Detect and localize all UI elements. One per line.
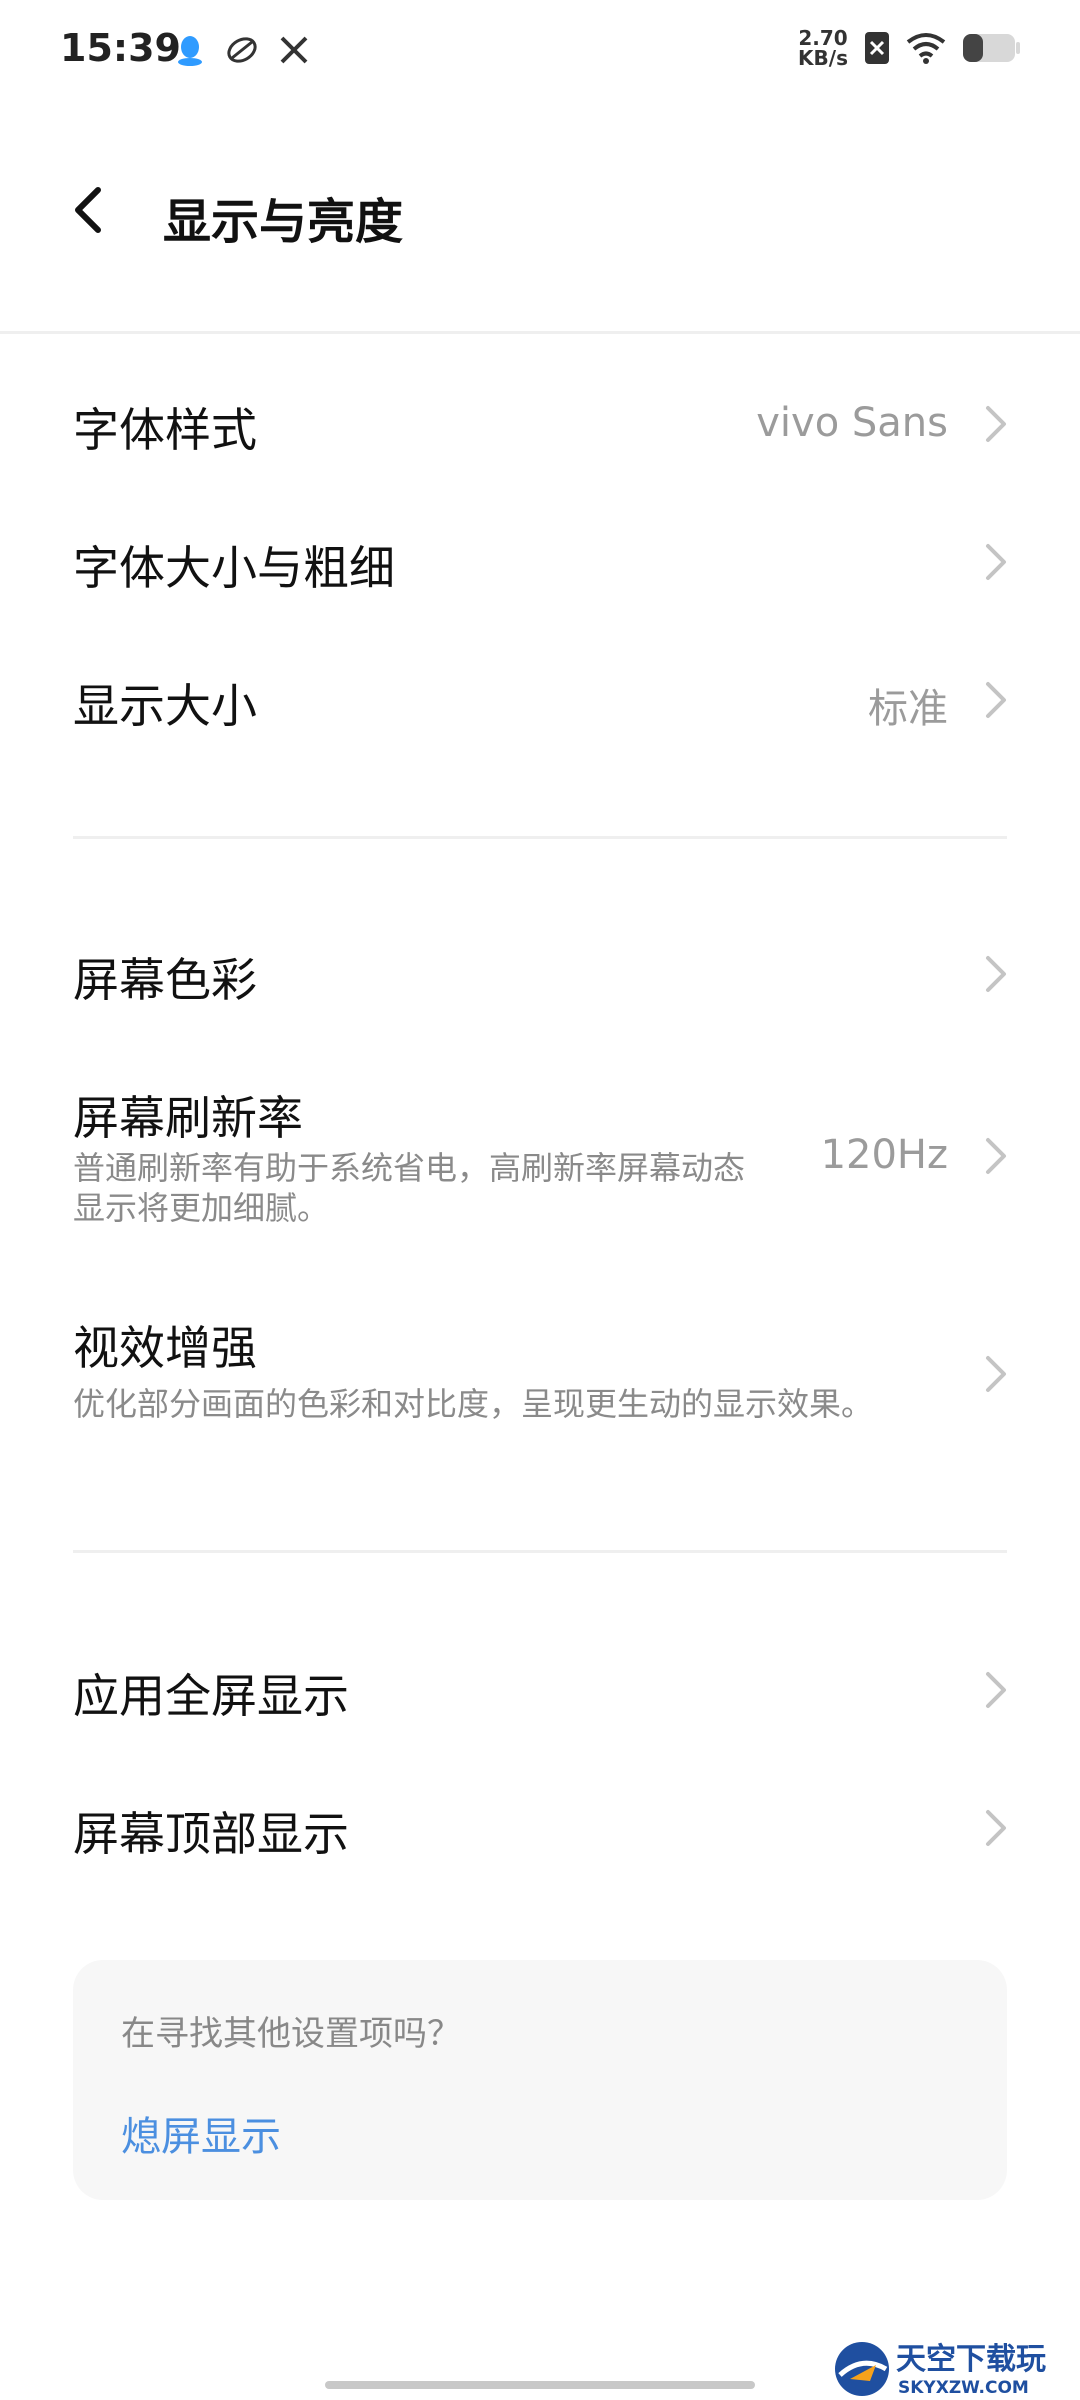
wifi-icon (906, 33, 946, 64)
header-divider (0, 331, 1080, 334)
network-speed-unit: KB/s (798, 46, 848, 70)
page-title: 显示与亮度 (163, 194, 404, 250)
chevron-right-icon (986, 956, 1006, 992)
chevron-right-icon (986, 1356, 1006, 1392)
sim-off-icon (865, 32, 889, 64)
setting-title: 字体样式 (73, 403, 257, 457)
chevron-right-icon (986, 1810, 1006, 1846)
setting-subtitle: 优化部分画面的色彩和对比度，呈现更生动的显示效果。 (73, 1385, 874, 1423)
chevron-right-icon (986, 406, 1006, 442)
setting-screen-top-display[interactable]: 屏幕顶部显示 (0, 1774, 1080, 1884)
setting-title: 显示大小 (73, 679, 257, 733)
setting-title: 应用全屏显示 (73, 1669, 349, 1723)
chevron-right-icon (986, 682, 1006, 718)
chevron-right-icon (986, 544, 1006, 580)
setting-value: vivo Sans (756, 400, 948, 446)
setting-value: 120Hz (820, 1132, 948, 1178)
setting-subtitle-line: 普通刷新率有助于系统省电，高刷新率屏幕动态 (73, 1149, 746, 1187)
setting-title: 视效增强 (73, 1321, 257, 1375)
network-speed-value: 2.70 (798, 26, 848, 50)
watermark-text-bottom: SKYXZW.COM (898, 2378, 1029, 2398)
section-divider (73, 1550, 1007, 1553)
setting-title: 字体大小与粗细 (73, 541, 395, 595)
home-indicator[interactable] (325, 2381, 755, 2389)
setting-title: 屏幕刷新率 (73, 1091, 303, 1145)
suggestion-card: 在寻找其他设置项吗？ 熄屏显示 (73, 1960, 1007, 2200)
site-watermark-logo: 天空下载玩 SKYXZW.COM (835, 2342, 1046, 2398)
status-bar: 15:39 2.70 KB/s (0, 0, 1080, 110)
watermark-text-top: 天空下载玩 (896, 2342, 1046, 2377)
setting-app-fullscreen[interactable]: 应用全屏显示 (0, 1636, 1080, 1746)
status-time: 15:39 (60, 26, 181, 70)
setting-font-style[interactable]: 字体样式 vivo Sans (0, 370, 1080, 480)
qq-icon (178, 36, 202, 66)
page-header: 显示与亮度 (0, 150, 1080, 270)
network-speed: 2.70 KB/s (798, 28, 848, 68)
setting-display-size[interactable]: 显示大小 标准 (0, 646, 1080, 756)
setting-title: 屏幕色彩 (73, 953, 257, 1007)
setting-subtitle: 普通刷新率有助于系统省电，高刷新率屏幕动态 显示将更加细腻。 (73, 1148, 793, 1228)
setting-font-size-weight[interactable]: 字体大小与粗细 (0, 508, 1080, 618)
back-arrow-icon (75, 187, 101, 233)
suggestion-question: 在寻找其他设置项吗？ (121, 2014, 461, 2054)
chevron-right-icon (986, 1138, 1006, 1174)
display-brightness-screen: 15:39 2.70 KB/s 显示与亮度 字体样式 vivo Sans 字体大… (0, 0, 1080, 2400)
chevron-right-icon (986, 1672, 1006, 1708)
setting-visual-enhance[interactable]: 视效增强 优化部分画面的色彩和对比度，呈现更生动的显示效果。 (0, 1300, 1080, 1440)
status-notification-icons (172, 32, 312, 68)
sync-icon (227, 37, 257, 63)
setting-title: 屏幕顶部显示 (73, 1807, 349, 1861)
back-button[interactable] (60, 180, 120, 240)
setting-screen-color[interactable]: 屏幕色彩 (0, 920, 1080, 1030)
status-system-icons: 2.70 KB/s (798, 28, 1020, 68)
setting-refresh-rate[interactable]: 屏幕刷新率 普通刷新率有助于系统省电，高刷新率屏幕动态 显示将更加细腻。 120… (0, 1070, 1080, 1240)
setting-value: 标准 (868, 686, 948, 732)
section-divider (73, 836, 1007, 839)
battery-icon (963, 34, 1020, 62)
suggestion-link-aod[interactable]: 熄屏显示 (121, 2104, 281, 2162)
setting-subtitle-line: 显示将更加细腻。 (73, 1189, 330, 1227)
tools-icon (280, 36, 308, 64)
